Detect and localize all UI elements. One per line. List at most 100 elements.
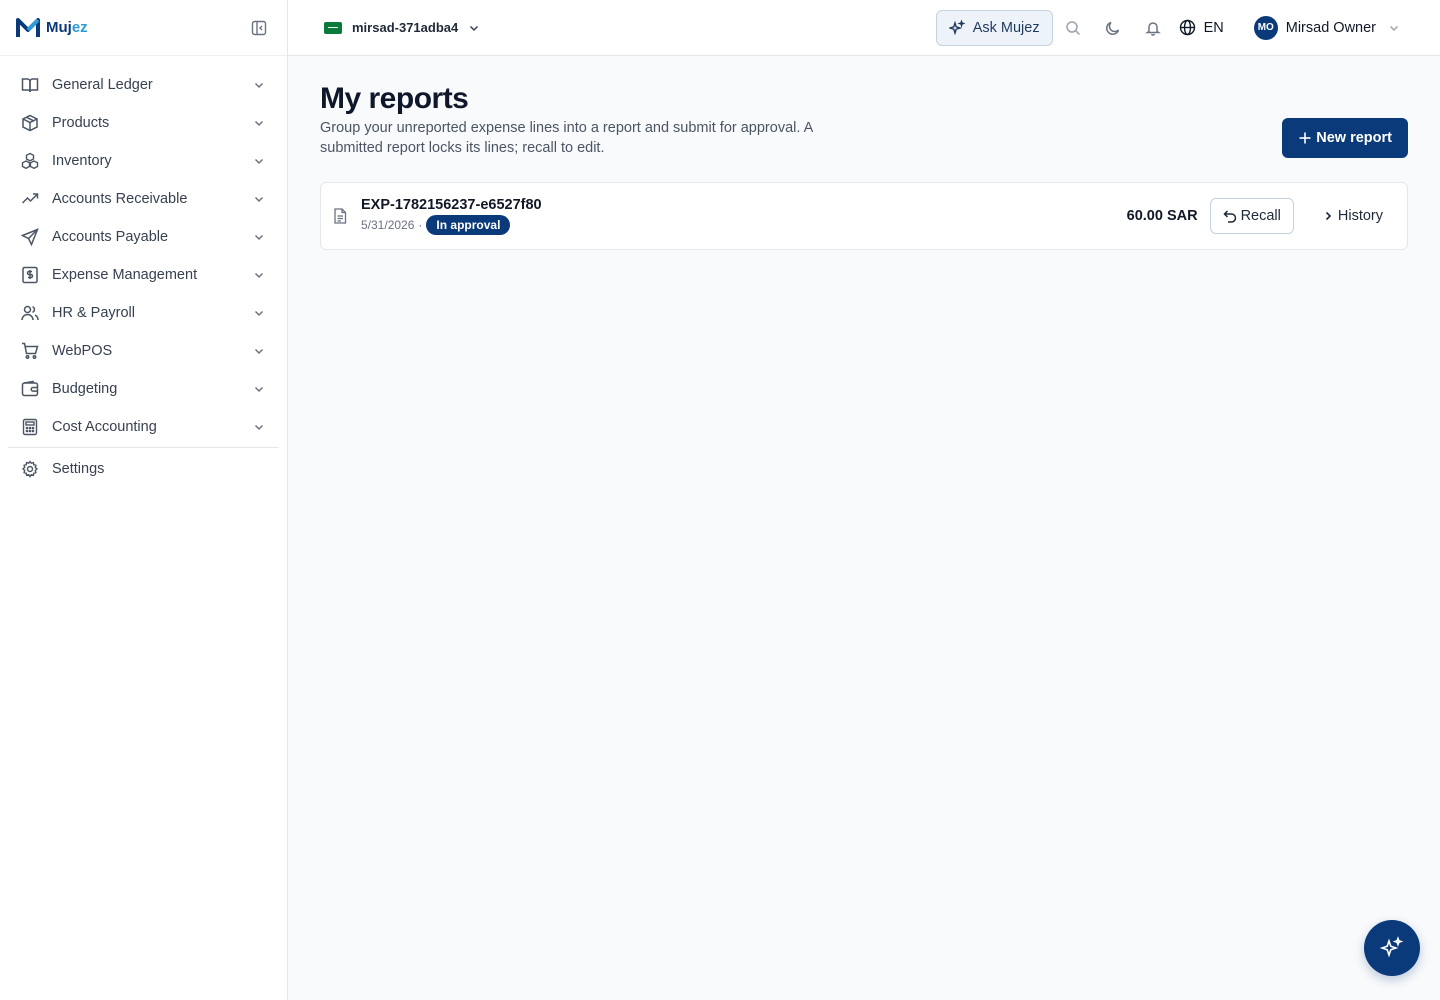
sidebar-item-webpos[interactable]: WebPOS [8, 332, 279, 370]
org-name: mirsad-371adba4 [352, 20, 459, 35]
sidebar-divider [8, 447, 279, 448]
sidebar-item-accounts-payable[interactable]: Accounts Payable [8, 218, 279, 256]
history-label: History [1337, 208, 1383, 224]
search-icon [1065, 20, 1080, 35]
app-logo[interactable]: Mujez [16, 17, 88, 39]
avatar: MO [1253, 15, 1278, 40]
sidebar-item-expense-management[interactable]: Expense Management [8, 256, 279, 294]
search-button[interactable] [1053, 10, 1093, 46]
notifications-button[interactable] [1133, 10, 1173, 46]
file-text-icon [333, 208, 349, 224]
chevron-down-icon [251, 343, 267, 359]
ask-mujez-button[interactable]: Ask Mujez [935, 9, 1053, 46]
report-date: 5/31/2026 [361, 218, 415, 232]
gear-icon [20, 459, 40, 479]
user-menu[interactable]: MO Mirsad Owner [1253, 15, 1400, 40]
sidebar-item-label: Accounts Receivable [52, 191, 188, 207]
sidebar-item-label: Settings [52, 461, 105, 477]
sidebar: Mujez General Ledger Products Inventory … [0, 0, 288, 1000]
chevron-down-icon [468, 22, 480, 34]
topbar-actions: Ask Mujez EN MO Mirsad Owner [935, 0, 1440, 56]
chevron-down-icon [251, 305, 267, 321]
sidebar-nav: General Ledger Products Inventory Accoun… [0, 56, 287, 488]
app-name-part2: ez [71, 19, 88, 36]
chevron-down-icon [251, 153, 267, 169]
plus-icon [1298, 131, 1312, 145]
app-name-part1: Muj [46, 19, 72, 36]
sidebar-item-label: HR & Payroll [52, 305, 135, 321]
report-meta: 5/31/2026 · In approval [361, 215, 542, 235]
report-id: EXP-1782156237-e6527f80 [361, 197, 542, 213]
app-name: Mujez [46, 19, 88, 36]
moon-icon [1105, 21, 1119, 35]
topbar: mirsad-371adba4 Ask Mujez EN MO Mirsad O… [288, 0, 1440, 56]
sidebar-item-label: WebPOS [52, 343, 113, 359]
sidebar-item-settings[interactable]: Settings [8, 450, 279, 488]
new-report-label: New report [1316, 130, 1392, 146]
logo-mark-icon [16, 17, 40, 39]
sidebar-item-label: Products [52, 115, 110, 131]
sidebar-item-label: Expense Management [52, 267, 198, 283]
users-icon [20, 303, 40, 323]
language-switcher[interactable]: EN [1179, 19, 1224, 36]
calculator-icon [20, 417, 40, 437]
boxes-icon [20, 151, 40, 171]
assistant-fab-button[interactable] [1364, 920, 1420, 976]
send-icon [20, 227, 40, 247]
user-name: Mirsad Owner [1285, 19, 1376, 36]
report-info: EXP-1782156237-e6527f80 5/31/2026 · In a… [361, 197, 542, 235]
chevron-right-icon [1322, 210, 1334, 222]
sparkles-icon [1380, 936, 1404, 958]
sidebar-item-cost-accounting[interactable]: Cost Accounting [8, 408, 279, 446]
page-description: Group your unreported expense lines into… [320, 120, 813, 156]
report-row[interactable]: EXP-1782156237-e6527f80 5/31/2026 · In a… [320, 182, 1408, 250]
sidebar-item-label: Inventory [52, 153, 112, 169]
status-badge: In approval [426, 215, 511, 235]
report-amount: 60.00 SAR [1126, 208, 1198, 224]
new-report-button[interactable]: New report [1282, 118, 1408, 158]
sidebar-item-accounts-receivable[interactable]: Accounts Receivable [8, 180, 279, 218]
saudi-flag-icon [324, 21, 342, 34]
chevron-down-icon [251, 229, 267, 245]
page-heading: My reports Group your unreported expense… [320, 80, 850, 158]
trending-up-icon [20, 189, 40, 209]
package-icon [20, 113, 40, 133]
sidebar-item-general-ledger[interactable]: General Ledger [8, 66, 279, 104]
chevron-down-icon [251, 419, 267, 435]
org-switcher[interactable]: mirsad-371adba4 [324, 20, 480, 35]
undo-icon [1223, 209, 1237, 223]
panel-left-icon [251, 20, 267, 35]
ask-mujez-label: Ask Mujez [972, 19, 1040, 36]
sidebar-item-label: Cost Accounting [52, 419, 157, 435]
sparkles-icon [948, 19, 965, 36]
page-header: My reports Group your unreported expense… [320, 80, 1408, 158]
receipt-icon [20, 265, 40, 285]
chevron-down-icon [251, 267, 267, 283]
meta-separator: · [418, 218, 423, 232]
chevron-down-icon [251, 115, 267, 131]
chevron-down-icon [251, 77, 267, 93]
sidebar-item-hr-payroll[interactable]: HR & Payroll [8, 294, 279, 332]
collapse-sidebar-button[interactable] [247, 16, 271, 40]
main-content: My reports Group your unreported expense… [288, 56, 1440, 1000]
recall-button[interactable]: Recall [1209, 198, 1294, 234]
chevron-down-icon [1388, 22, 1400, 34]
sidebar-item-label: Accounts Payable [52, 229, 169, 245]
recall-label: Recall [1240, 208, 1281, 224]
brand-bar: Mujez [0, 0, 287, 56]
book-icon [20, 75, 40, 95]
globe-icon [1179, 19, 1196, 36]
language-code: EN [1203, 19, 1224, 36]
cart-icon [20, 341, 40, 361]
sidebar-item-label: General Ledger [52, 77, 153, 93]
chevron-down-icon [251, 191, 267, 207]
page-title: My reports [320, 82, 469, 115]
sidebar-item-budgeting[interactable]: Budgeting [8, 370, 279, 408]
chevron-down-icon [251, 381, 267, 397]
sidebar-item-products[interactable]: Products [8, 104, 279, 142]
history-button[interactable]: History [1310, 198, 1395, 234]
bell-icon [1144, 21, 1161, 36]
sidebar-item-label: Budgeting [52, 381, 118, 397]
sidebar-item-inventory[interactable]: Inventory [8, 142, 279, 180]
theme-toggle-button[interactable] [1093, 10, 1133, 46]
